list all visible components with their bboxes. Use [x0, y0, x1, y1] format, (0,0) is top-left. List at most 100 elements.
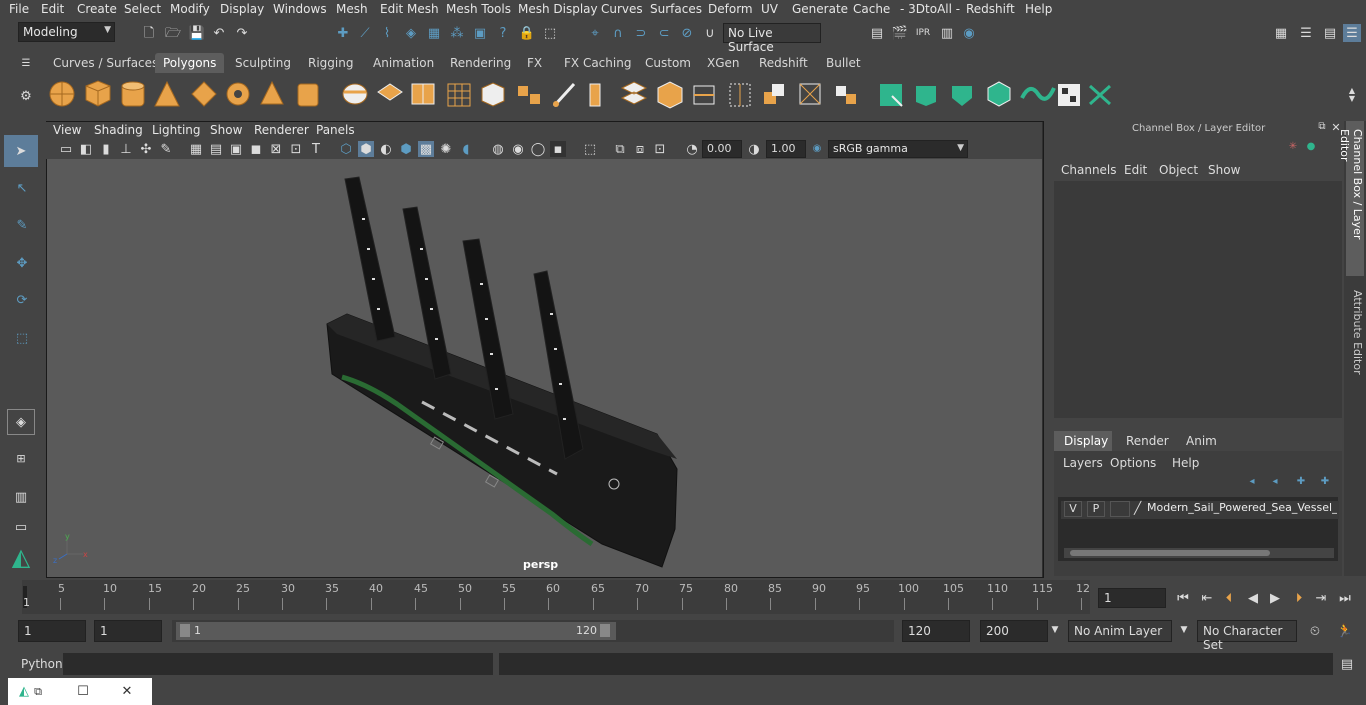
shelf-scroll-icon[interactable]: ▲ ▼ — [1346, 78, 1358, 112]
viewport-menu-lighting[interactable]: Lighting — [152, 123, 201, 137]
motion-blur-icon[interactable]: ◉ — [510, 141, 526, 157]
snap-point-icon[interactable]: ⁂ — [448, 24, 466, 42]
current-frame-field[interactable]: 1 — [1098, 588, 1166, 608]
hypershade-icon[interactable]: ◉ — [960, 24, 978, 42]
channels-menu[interactable]: Channels — [1061, 163, 1117, 177]
select-by-hierarchy-icon[interactable]: ✚ — [334, 24, 352, 42]
tab-fx-caching[interactable]: FX Caching — [556, 53, 639, 73]
viewport-menu-show[interactable]: Show — [210, 123, 242, 137]
viewport-menu-renderer[interactable]: Renderer — [254, 123, 309, 137]
new-scene-icon[interactable]: 🗋 — [140, 24, 158, 42]
gamma-field[interactable]: 1.00 — [766, 140, 806, 158]
snap-grid-icon[interactable]: ◈ — [402, 24, 420, 42]
symmetry-icon[interactable]: ⌖ — [586, 24, 604, 42]
menu-uv[interactable]: UV — [761, 2, 778, 16]
poly-pipe-icon[interactable] — [297, 83, 319, 107]
wireframe-on-shaded-icon[interactable]: ⬢ — [398, 141, 414, 157]
snap-surface-icon[interactable]: ⊘ — [678, 24, 696, 42]
tab-rigging[interactable]: Rigging — [300, 53, 361, 73]
tab-sculpting[interactable]: Sculpting — [227, 53, 299, 73]
paint-select-tool-icon[interactable]: ✎ — [8, 212, 36, 238]
shadows-icon[interactable]: ◖ — [458, 141, 474, 157]
modeling-toolkit-icon[interactable]: ▦ — [1272, 24, 1290, 42]
new-layer-icon[interactable]: ✚ — [1294, 475, 1308, 489]
channels-edit-menu[interactable]: Edit — [1124, 163, 1147, 177]
menu-create[interactable]: Create — [77, 2, 117, 16]
channels-object-menu[interactable]: Object — [1159, 163, 1198, 177]
redo-icon[interactable]: ↷ — [233, 24, 251, 42]
layer-scrollbar-thumb[interactable] — [1070, 550, 1270, 556]
go-to-start-icon[interactable]: ⏮ — [1174, 589, 1192, 607]
channel-list[interactable] — [1054, 181, 1342, 418]
menu-redshift[interactable]: Redshift — [966, 2, 1015, 16]
smooth-shade-icon[interactable]: ⬢ — [358, 141, 374, 157]
maximize-icon[interactable]: ☐ — [76, 684, 90, 698]
menu-edit-mesh[interactable]: Edit Mesh — [380, 2, 439, 16]
uv-sew-icon[interactable] — [1088, 84, 1112, 106]
uv-cylindrical-icon[interactable] — [916, 86, 936, 106]
multi-cut-icon[interactable] — [729, 83, 751, 107]
undo-icon[interactable]: ↶ — [210, 24, 228, 42]
chevron-down-icon[interactable]: ▼ — [1049, 624, 1061, 636]
snap-view-plane-icon[interactable]: ▣ — [471, 24, 489, 42]
viewport-menu-panels[interactable]: Panels — [316, 123, 355, 137]
exposure-field[interactable]: 0.00 — [702, 140, 742, 158]
anti-aliasing-icon[interactable]: ◯ — [530, 141, 546, 157]
ipr-render-icon[interactable]: IPR — [914, 24, 932, 42]
extrude-icon[interactable] — [657, 81, 683, 109]
poly-plane-icon[interactable] — [191, 81, 217, 107]
move-tool-icon[interactable]: ✥ — [8, 250, 36, 276]
anim-start-field[interactable]: 1 — [94, 620, 162, 642]
tool-settings-toggle-icon[interactable]: ▤ — [1321, 24, 1339, 42]
fill-hole-icon[interactable] — [589, 83, 601, 107]
gamma-icon[interactable]: ◑ — [746, 141, 762, 157]
poly-cube-icon[interactable] — [85, 80, 111, 107]
attribute-editor-toggle-icon[interactable]: ☰ — [1297, 24, 1315, 42]
safe-title-icon[interactable]: T — [308, 141, 324, 157]
layer-visibility-toggle[interactable]: V — [1064, 501, 1082, 517]
gate-mask-icon[interactable]: ◼ — [248, 141, 264, 157]
animation-prefs-icon[interactable]: 🏃 — [1336, 622, 1354, 640]
end-time-field[interactable]: 120 — [902, 620, 970, 642]
layer-name[interactable]: Modern_Sail_Powered_Sea_Vessel_00 — [1147, 501, 1337, 514]
render-current-icon[interactable]: 🎬 — [891, 24, 909, 42]
depth-of-field-icon[interactable]: ▪ — [550, 141, 566, 157]
isolate-select-icon[interactable]: ⬚ — [582, 141, 598, 157]
scene-view[interactable]: y x z persp — [47, 159, 1042, 577]
uv-spherical-icon[interactable] — [952, 86, 972, 106]
mirror-icon[interactable] — [518, 86, 540, 104]
help-line-icon[interactable]: ? — [494, 24, 512, 42]
step-back-frame-icon[interactable]: ⏴ — [1220, 589, 1238, 607]
scale-tool-icon[interactable]: ⬚ — [8, 325, 36, 351]
menu-help[interactable]: Help — [1025, 2, 1052, 16]
character-set-dropdown[interactable]: No Character Set — [1197, 620, 1297, 652]
anim-end-field[interactable]: 200 — [980, 620, 1048, 642]
menu-mesh-display[interactable]: Mesh Display — [518, 2, 598, 16]
wireframe-icon[interactable]: ⬡ — [338, 141, 354, 157]
render-settings-icon[interactable]: ▥ — [938, 24, 956, 42]
menu-deform[interactable]: Deform — [708, 2, 753, 16]
flat-shade-icon[interactable]: ◐ — [378, 141, 394, 157]
four-view-layout-icon[interactable]: ⊞ — [7, 444, 35, 472]
color-management-icon[interactable]: ◉ — [809, 141, 825, 157]
uv-layout-icon[interactable] — [1058, 84, 1080, 106]
grid-icon[interactable]: ▦ — [188, 141, 204, 157]
select-tool-icon[interactable]: ➤ — [4, 135, 38, 167]
poly-torus-icon[interactable] — [226, 82, 250, 106]
menu-cache[interactable]: Cache — [853, 2, 890, 16]
menu-mesh-tools[interactable]: Mesh Tools — [446, 2, 511, 16]
menu-file[interactable]: File — [9, 2, 29, 16]
layer-playback-toggle[interactable]: P — [1087, 501, 1105, 517]
move-layer-up-icon[interactable]: ◂ — [1245, 475, 1259, 489]
tab-redshift[interactable]: Redshift — [751, 53, 816, 73]
menu-surfaces[interactable]: Surfaces — [650, 2, 702, 16]
live-surface-field[interactable]: No Live Surface — [723, 23, 821, 54]
options-menu[interactable]: Options — [1110, 456, 1156, 470]
menu-curves[interactable]: Curves — [601, 2, 643, 16]
2d-pan-zoom-icon[interactable]: ✣ — [138, 141, 154, 157]
tab-render[interactable]: Render — [1116, 431, 1174, 451]
xray-icon[interactable]: ⧉ — [612, 141, 628, 157]
menu-select[interactable]: Select — [124, 2, 161, 16]
menu-windows[interactable]: Windows — [273, 2, 327, 16]
auto-key-icon[interactable]: ⏲ — [1306, 622, 1324, 640]
